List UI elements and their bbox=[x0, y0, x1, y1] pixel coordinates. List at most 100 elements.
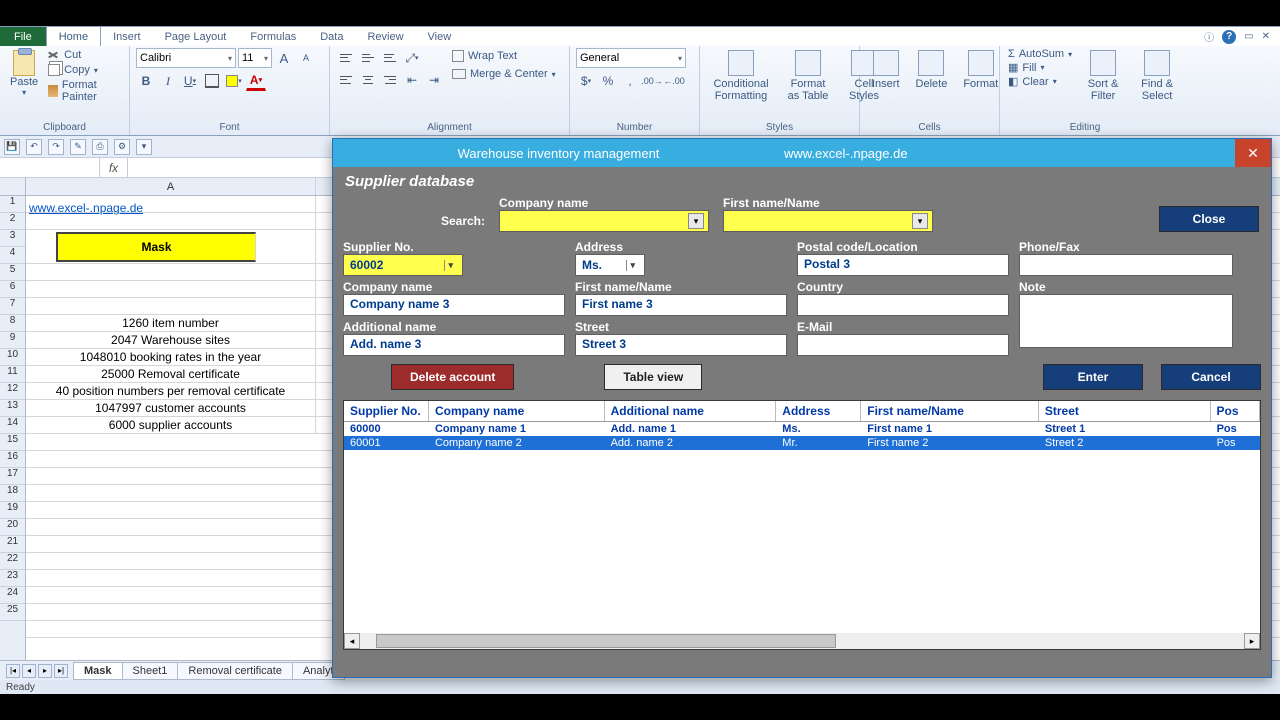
list-header-company[interactable]: Company name bbox=[429, 401, 605, 421]
supplier-no-combo[interactable]: 60002▾ bbox=[343, 254, 463, 276]
merge-center-button[interactable]: Merge & Center▾ bbox=[448, 66, 560, 82]
align-middle-button[interactable] bbox=[358, 48, 378, 68]
mask-button-cell[interactable]: Mask bbox=[56, 232, 256, 262]
select-all-corner[interactable] bbox=[0, 178, 26, 195]
increase-indent-button[interactable]: ⇥ bbox=[424, 70, 444, 90]
search-firstname-combo[interactable]: ▾ bbox=[723, 210, 933, 232]
qat-custom1-button[interactable]: ✎ bbox=[70, 139, 86, 155]
email-field[interactable] bbox=[797, 334, 1009, 356]
name-box[interactable] bbox=[0, 158, 100, 177]
autosum-button[interactable]: ΣAutoSum▾ bbox=[1006, 48, 1074, 60]
qat-redo-button[interactable]: ↷ bbox=[48, 139, 64, 155]
format-cells-button[interactable]: Format bbox=[957, 48, 1004, 92]
delete-account-button[interactable]: Delete account bbox=[391, 364, 514, 390]
font-color-button[interactable]: A▾ bbox=[246, 71, 266, 91]
window-close-icon[interactable]: ✕ bbox=[1262, 31, 1270, 42]
clear-button[interactable]: ◧Clear▾ bbox=[1006, 75, 1074, 88]
currency-button[interactable]: $▾ bbox=[576, 71, 596, 91]
align-left-button[interactable] bbox=[336, 70, 356, 90]
conditional-formatting-button[interactable]: Conditional Formatting bbox=[706, 48, 776, 104]
firstname-field[interactable]: First name 3 bbox=[575, 294, 787, 316]
fill-button[interactable]: ▦Fill▾ bbox=[1006, 61, 1074, 74]
table-view-button[interactable]: Table view bbox=[604, 364, 702, 390]
tab-data[interactable]: Data bbox=[308, 27, 355, 46]
phone-field[interactable] bbox=[1019, 254, 1233, 276]
percent-button[interactable]: % bbox=[598, 71, 618, 91]
shrink-font-button[interactable]: A bbox=[296, 48, 316, 68]
note-field[interactable] bbox=[1019, 294, 1233, 348]
align-bottom-button[interactable] bbox=[380, 48, 400, 68]
list-header-postal[interactable]: Pos bbox=[1211, 401, 1260, 421]
col-header-a[interactable]: A bbox=[26, 178, 316, 195]
font-size-combo[interactable]: 11▾ bbox=[238, 48, 272, 68]
list-scroll-left[interactable]: ◂ bbox=[344, 633, 360, 649]
sheet-tab-sheet1[interactable]: Sheet1 bbox=[122, 662, 179, 680]
qat-save-button[interactable]: 💾 bbox=[4, 139, 20, 155]
decrease-decimal-button[interactable]: ←.00 bbox=[664, 71, 684, 91]
orientation-button[interactable]: ⤢▾ bbox=[402, 48, 422, 68]
tab-review[interactable]: Review bbox=[355, 27, 415, 46]
decrease-indent-button[interactable]: ⇤ bbox=[402, 70, 422, 90]
italic-button[interactable]: I bbox=[158, 71, 178, 91]
list-row[interactable]: 60000 Company name 1 Add. name 1 Ms. Fir… bbox=[344, 422, 1260, 436]
close-button[interactable]: Close bbox=[1159, 206, 1259, 232]
format-as-table-button[interactable]: Format as Table bbox=[780, 48, 836, 104]
sort-filter-button[interactable]: Sort & Filter bbox=[1078, 48, 1128, 104]
fill-color-button[interactable]: ▾ bbox=[224, 71, 244, 91]
sheet-nav-next[interactable]: ▸ bbox=[38, 664, 52, 678]
qat-custom3-button[interactable]: ⚙ bbox=[114, 139, 130, 155]
underline-button[interactable]: U▾ bbox=[180, 71, 200, 91]
align-top-button[interactable] bbox=[336, 48, 356, 68]
list-row[interactable]: 60001 Company name 2 Add. name 2 Mr. Fir… bbox=[344, 436, 1260, 450]
sheet-tab-mask[interactable]: Mask bbox=[73, 662, 123, 680]
postal-field[interactable]: Postal 3 bbox=[797, 254, 1009, 276]
bold-button[interactable]: B bbox=[136, 71, 156, 91]
additional-field[interactable]: Add. name 3 bbox=[343, 334, 565, 356]
list-header-address[interactable]: Address bbox=[776, 401, 861, 421]
qat-dropdown[interactable]: ▾ bbox=[136, 139, 152, 155]
copy-button[interactable]: Copy▾ bbox=[46, 63, 123, 77]
list-header-supplier[interactable]: Supplier No. bbox=[344, 401, 429, 421]
tab-file[interactable]: File bbox=[0, 27, 46, 46]
qat-custom2-button[interactable]: ⎙ bbox=[92, 139, 108, 155]
font-name-combo[interactable]: Calibri▾ bbox=[136, 48, 236, 68]
find-select-button[interactable]: Find & Select bbox=[1132, 48, 1182, 104]
insert-cells-button[interactable]: Insert bbox=[866, 48, 906, 92]
company-field[interactable]: Company name 3 bbox=[343, 294, 565, 316]
help-icon[interactable]: ? bbox=[1222, 30, 1236, 44]
sheet-tab-removal[interactable]: Removal certificate bbox=[177, 662, 293, 680]
tab-home[interactable]: Home bbox=[46, 27, 101, 46]
list-header-additional[interactable]: Additional name bbox=[605, 401, 777, 421]
number-format-combo[interactable]: General▾ bbox=[576, 48, 686, 68]
list-scroll-right[interactable]: ▸ bbox=[1244, 633, 1260, 649]
align-right-button[interactable] bbox=[380, 70, 400, 90]
tab-view[interactable]: View bbox=[416, 27, 464, 46]
search-company-combo[interactable]: ▾ bbox=[499, 210, 709, 232]
cancel-button[interactable]: Cancel bbox=[1161, 364, 1261, 390]
list-header-street[interactable]: Street bbox=[1039, 401, 1211, 421]
fx-icon[interactable]: fx bbox=[100, 158, 128, 177]
window-restore-icon[interactable]: ▭ bbox=[1244, 31, 1253, 42]
address-combo[interactable]: Ms.▾ bbox=[575, 254, 645, 276]
row-headers[interactable]: 1234567891011121314151617181920212223242… bbox=[0, 196, 26, 674]
delete-cells-button[interactable]: Delete bbox=[910, 48, 954, 92]
sheet-nav-last[interactable]: ▸| bbox=[54, 664, 68, 678]
dialog-close-icon[interactable]: ✕ bbox=[1235, 139, 1271, 167]
format-painter-button[interactable]: Format Painter bbox=[46, 78, 123, 104]
tab-page-layout[interactable]: Page Layout bbox=[153, 27, 239, 46]
tab-insert[interactable]: Insert bbox=[101, 27, 153, 46]
align-center-button[interactable] bbox=[358, 70, 378, 90]
cut-button[interactable]: Cut bbox=[46, 48, 123, 62]
sheet-nav-first[interactable]: |◂ bbox=[6, 664, 20, 678]
comma-button[interactable]: , bbox=[620, 71, 640, 91]
increase-decimal-button[interactable]: .00→ bbox=[642, 71, 662, 91]
sheet-nav-prev[interactable]: ◂ bbox=[22, 664, 36, 678]
tab-formulas[interactable]: Formulas bbox=[238, 27, 308, 46]
paste-button[interactable]: Paste▾ bbox=[6, 48, 42, 99]
grow-font-button[interactable]: A bbox=[274, 48, 294, 68]
list-header-firstname[interactable]: First name/Name bbox=[861, 401, 1039, 421]
minimize-ribbon-icon[interactable]: ⓘ bbox=[1204, 29, 1214, 44]
enter-button[interactable]: Enter bbox=[1043, 364, 1143, 390]
wrap-text-button[interactable]: Wrap Text bbox=[448, 48, 521, 64]
list-scroll-thumb[interactable] bbox=[376, 634, 836, 648]
